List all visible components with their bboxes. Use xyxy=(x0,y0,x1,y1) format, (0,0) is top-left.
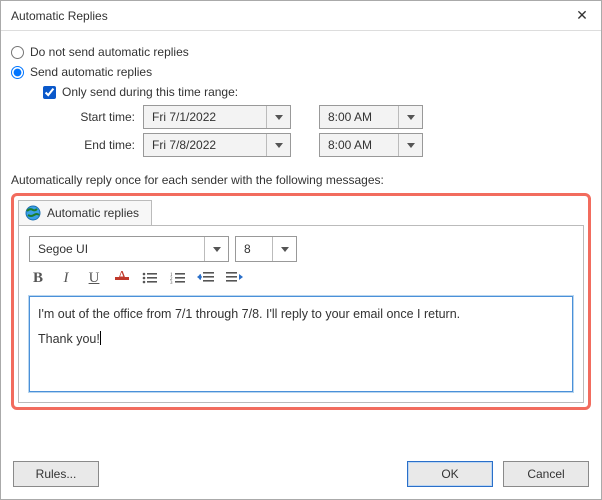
increase-indent-button[interactable] xyxy=(225,268,243,288)
chevron-down-icon[interactable] xyxy=(398,106,422,128)
ok-button[interactable]: OK xyxy=(407,461,493,487)
radio-do-not-send-label: Do not send automatic replies xyxy=(30,45,189,59)
cancel-button-label: Cancel xyxy=(527,467,564,481)
italic-button[interactable]: I xyxy=(57,268,75,288)
message-textarea[interactable]: I'm out of the office from 7/1 through 7… xyxy=(29,296,573,392)
font-family-combo[interactable]: Segoe UI xyxy=(29,236,229,262)
end-time-label: End time: xyxy=(71,138,143,152)
checkbox-only-range-label: Only send during this time range: xyxy=(62,85,238,99)
start-time-label: Start time: xyxy=(71,110,143,124)
font-color-button[interactable]: A xyxy=(113,268,131,288)
reply-note: Automatically reply once for each sender… xyxy=(11,173,591,187)
bullet-list-button[interactable] xyxy=(141,268,159,288)
close-icon[interactable]: ✕ xyxy=(571,7,593,24)
numbered-list-button[interactable]: 123 xyxy=(169,268,187,288)
message-line: Thank you! xyxy=(38,332,100,346)
font-size-combo[interactable]: 8 xyxy=(235,236,297,262)
svg-text:3: 3 xyxy=(170,281,173,285)
start-time-value: 8:00 AM xyxy=(328,110,372,124)
chevron-down-icon[interactable] xyxy=(266,106,290,128)
radio-do-not-send-input[interactable] xyxy=(11,46,24,59)
chevron-down-icon[interactable] xyxy=(398,134,422,156)
dialog-footer: Rules... OK Cancel xyxy=(1,451,601,499)
text-cursor xyxy=(100,331,101,345)
checkbox-only-range[interactable]: Only send during this time range: xyxy=(43,85,591,99)
editor-panel: Segoe UI 8 B I U A 1 xyxy=(18,225,584,403)
chevron-down-icon[interactable] xyxy=(272,237,296,261)
end-time-value: 8:00 AM xyxy=(328,138,372,152)
radio-do-not-send[interactable]: Do not send automatic replies xyxy=(11,45,591,59)
highlighted-editor-area: Automatic replies Segoe UI 8 B I U xyxy=(11,193,591,410)
tab-label: Automatic replies xyxy=(47,206,139,220)
radio-send[interactable]: Send automatic replies xyxy=(11,65,591,79)
chevron-down-icon[interactable] xyxy=(266,134,290,156)
tab-automatic-replies[interactable]: Automatic replies xyxy=(18,200,152,225)
radio-send-label: Send automatic replies xyxy=(30,65,152,79)
chevron-down-icon[interactable] xyxy=(204,237,228,261)
globe-icon xyxy=(25,205,41,221)
underline-button[interactable]: U xyxy=(85,268,103,288)
bold-button[interactable]: B xyxy=(29,268,47,288)
cancel-button[interactable]: Cancel xyxy=(503,461,589,487)
start-date-combo[interactable]: Fri 7/1/2022 xyxy=(143,105,291,129)
radio-send-input[interactable] xyxy=(11,66,24,79)
start-date-value: Fri 7/1/2022 xyxy=(152,110,216,124)
start-time-combo[interactable]: 8:00 AM xyxy=(319,105,423,129)
ok-button-label: OK xyxy=(441,467,458,481)
decrease-indent-button[interactable] xyxy=(197,268,215,288)
titlebar: Automatic Replies ✕ xyxy=(1,1,601,31)
font-family-value: Segoe UI xyxy=(38,242,88,256)
end-date-combo[interactable]: Fri 7/8/2022 xyxy=(143,133,291,157)
rules-button-label: Rules... xyxy=(36,467,77,481)
checkbox-only-range-input[interactable] xyxy=(43,86,56,99)
end-date-value: Fri 7/8/2022 xyxy=(152,138,216,152)
end-time-combo[interactable]: 8:00 AM xyxy=(319,133,423,157)
dialog-title: Automatic Replies xyxy=(11,9,108,23)
rules-button[interactable]: Rules... xyxy=(13,461,99,487)
message-line: I'm out of the office from 7/1 through 7… xyxy=(38,305,564,324)
font-size-value: 8 xyxy=(244,242,251,256)
